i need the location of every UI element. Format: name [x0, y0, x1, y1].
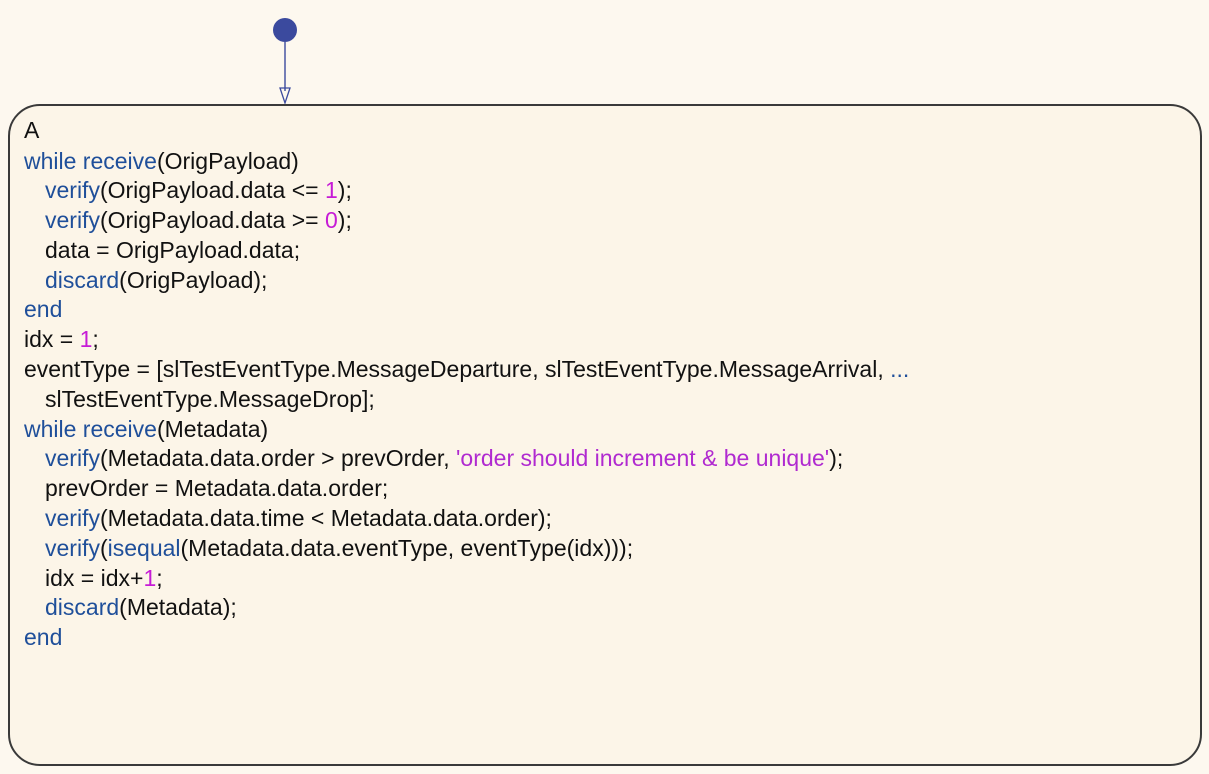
code-token-plain: (OrigPayload)	[156, 147, 299, 174]
code-token-plain: prevOrder = Metadata.data.order;	[45, 475, 389, 502]
code-token-plain: (Metadata.data.time < Metadata.data.orde…	[99, 505, 552, 532]
default-transition-dot	[273, 18, 297, 42]
code-token-plain: ;	[92, 326, 99, 353]
code-line: discard(OrigPayload);	[24, 266, 909, 296]
code-token-number: 1	[324, 177, 338, 204]
code-token-keyword: while receive	[24, 147, 157, 174]
code-token-plain: (OrigPayload.data <=	[99, 177, 325, 204]
code-token-keyword: isequal	[107, 534, 181, 561]
code-token-plain: (OrigPayload.data >=	[99, 207, 325, 234]
code-line: verify(Metadata.data.order > prevOrder, …	[24, 444, 909, 474]
code-token-keyword: verify	[45, 534, 100, 561]
code-line: end	[24, 295, 909, 325]
code-line: verify(OrigPayload.data >= 0);	[24, 206, 909, 236]
code-line: verify(OrigPayload.data <= 1);	[24, 176, 909, 206]
code-token-keyword: discard	[45, 266, 120, 293]
code-token-plain: );	[337, 207, 352, 234]
code-token-keyword: end	[24, 624, 63, 651]
state-actions: while receive(OrigPayload) verify(OrigPay…	[24, 147, 909, 654]
code-token-keyword: verify	[45, 207, 100, 234]
code-line: verify(Metadata.data.time < Metadata.dat…	[24, 504, 909, 534]
code-token-plain: idx = idx+	[45, 564, 144, 591]
code-token-number: 0	[324, 207, 338, 234]
code-line: prevOrder = Metadata.data.order;	[24, 474, 909, 504]
code-line: discard(Metadata);	[24, 593, 909, 623]
code-token-plain: (Metadata.data.order > prevOrder,	[99, 445, 457, 472]
code-token-keyword: verify	[45, 445, 100, 472]
code-token-plain: (Metadata)	[156, 415, 269, 442]
code-token-keyword: while receive	[24, 415, 157, 442]
code-token-keyword: ...	[890, 356, 910, 383]
code-line: idx = idx+1;	[24, 564, 909, 594]
code-token-string: 'order should increment & be unique'	[456, 445, 830, 472]
code-line: verify(isequal(Metadata.data.eventType, …	[24, 534, 909, 564]
code-token-plain: (	[99, 534, 108, 561]
code-token-plain: );	[337, 177, 352, 204]
code-token-plain: (Metadata);	[119, 594, 237, 621]
code-token-plain: eventType = [slTestEventType.MessageDepa…	[24, 356, 891, 383]
code-token-plain: (OrigPayload);	[119, 266, 268, 293]
code-line: eventType = [slTestEventType.MessageDepa…	[24, 355, 909, 385]
code-token-plain: );	[829, 445, 844, 472]
code-token-keyword: discard	[45, 594, 120, 621]
code-token-plain: slTestEventType.MessageDrop];	[45, 385, 375, 412]
code-line: data = OrigPayload.data;	[24, 236, 909, 266]
code-line: idx = 1;	[24, 325, 909, 355]
code-token-keyword: verify	[45, 177, 100, 204]
code-line: while receive(OrigPayload)	[24, 147, 909, 177]
code-line: slTestEventType.MessageDrop];	[24, 385, 909, 415]
code-token-keyword: verify	[45, 505, 100, 532]
code-token-plain: ;	[156, 564, 163, 591]
code-token-number: 1	[79, 326, 93, 353]
code-token-number: 1	[143, 564, 157, 591]
code-token-plain: idx =	[24, 326, 80, 353]
code-line: while receive(Metadata)	[24, 415, 909, 445]
code-token-plain: (Metadata.data.eventType, eventType(idx)…	[180, 534, 634, 561]
code-token-keyword: end	[24, 296, 63, 323]
state-name: A	[24, 117, 40, 143]
code-token-plain: data = OrigPayload.data;	[45, 236, 301, 263]
code-line: end	[24, 623, 909, 653]
